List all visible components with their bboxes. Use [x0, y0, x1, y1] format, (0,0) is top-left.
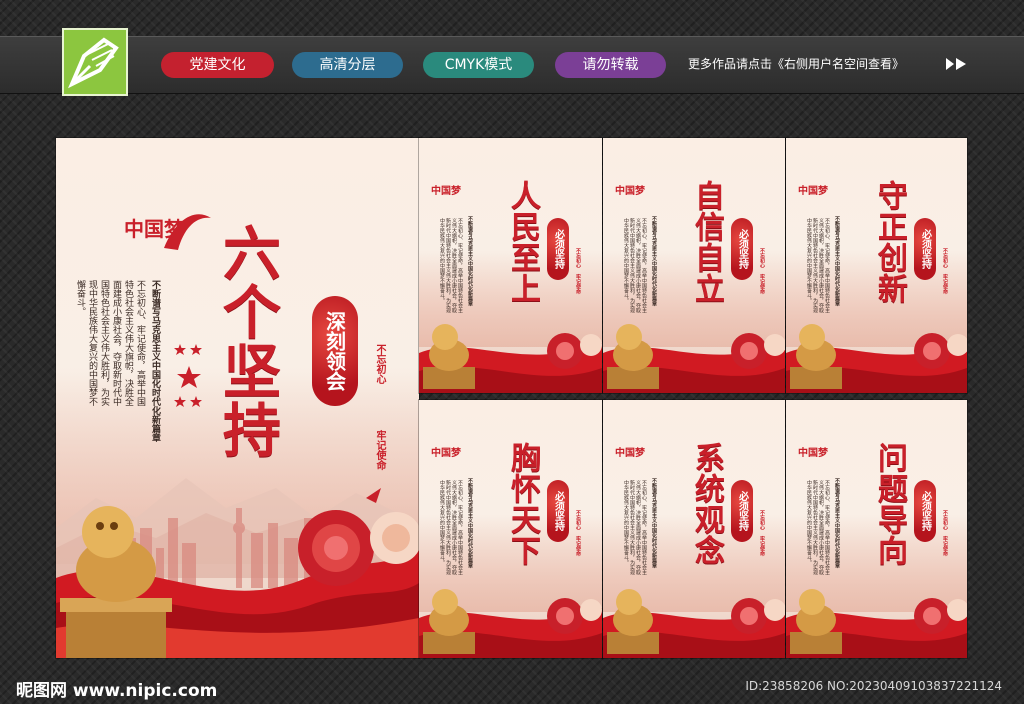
poster-innovation[interactable]: 中国梦 不忘初心、牢记使命，高举中国特色社会主义伟大旗帜，决胜全面建成小康社会，… — [786, 138, 967, 393]
heading-text: 不断谱写马克思主义中国化时代化新篇章 — [651, 478, 657, 568]
double-chevron-right-icon[interactable] — [944, 56, 970, 72]
tag-hd-layers[interactable]: 高清分层 — [292, 52, 403, 78]
more-works-notice[interactable]: 更多作品请点击《右侧用户名空间查看》 — [688, 55, 904, 72]
must-adhere-seal: 必须坚持 — [914, 480, 936, 542]
slogan: 不忘初心 牢记使命 — [575, 510, 581, 556]
poster-world-vision[interactable]: 中国梦 不忘初心、牢记使命，高举中国特色社会主义伟大旗帜，决胜全面建成小康社会，… — [419, 400, 602, 658]
tag-party-culture[interactable]: 党建文化 — [161, 52, 274, 78]
slogan: 不忘初心 牢记使命 — [942, 510, 948, 556]
must-adhere-seal: 必须坚持 — [547, 480, 569, 542]
nipic-logo[interactable] — [62, 28, 128, 96]
poster-title: 自信自立 — [689, 180, 724, 304]
slogan-right: 牢记使命 — [374, 430, 385, 470]
poster-title: 人民至上 — [505, 180, 540, 304]
peony-flowers — [547, 333, 602, 369]
slogan: 不忘初心 牢记使命 — [759, 510, 765, 556]
golden-lion-statue — [60, 506, 172, 658]
china-dream-emblem: 中国梦 — [798, 448, 828, 459]
heading-text: 不断谱写马克思主义中国化时代化新篇章 — [651, 216, 657, 306]
poster-title: 胸怀天下 — [505, 442, 540, 566]
body-text: 不忘初心、牢记使命，高举中国特色社会主义伟大旗帜，决胜全面建成小康社会，夺取新时… — [623, 480, 647, 575]
heading-text: 不断谱写马克思主义中国化时代化新篇章 — [834, 478, 840, 568]
must-adhere-seal: 必须坚持 — [914, 218, 936, 280]
peony-flowers — [298, 488, 419, 586]
body-text: 不忘初心、牢记使命，高举中国特色社会主义伟大旗帜，决胜全面建成小康社会，夺取新时… — [439, 480, 463, 575]
image-id: ID:23858206 NO:20230409103837221124 — [745, 679, 1002, 693]
main-heading-text: 不断谱写马克思主义中国化时代化新篇章 — [150, 280, 160, 442]
china-dream-emblem: 中国梦 — [615, 186, 645, 197]
slogan-left: 不忘初心 — [374, 344, 385, 384]
slogan: 不忘初心 牢记使命 — [942, 248, 948, 294]
subtitle-seal: 深刻领会 — [312, 296, 358, 406]
china-dream-emblem: 中国梦 — [431, 186, 461, 197]
poster-title: 守正创新 — [872, 180, 907, 304]
slogan: 不忘初心 牢记使命 — [759, 248, 765, 294]
tag-cmyk-mode[interactable]: CMYK模式 — [423, 52, 534, 78]
tag-no-repost[interactable]: 请勿转载 — [555, 52, 666, 78]
china-dream-emblem: 中国梦 — [798, 186, 828, 197]
nipic-watermark[interactable]: 昵图网 www.nipic.com — [16, 676, 217, 701]
slogan: 不忘初心 牢记使命 — [575, 248, 581, 294]
must-adhere-seal: 必须坚持 — [731, 480, 753, 542]
poster-title: 问题导向 — [872, 442, 907, 566]
body-text: 不忘初心、牢记使命，高举中国特色社会主义伟大旗帜，决胜全面建成小康社会，夺取新时… — [806, 480, 830, 575]
main-poster[interactable]: 中国梦 六个坚持 深刻领会 不忘初心 牢记使命 不断谱写马克思主义中国化时代化新… — [56, 138, 419, 658]
china-dream-emblem: 中国梦 — [431, 448, 461, 459]
body-text: 不忘初心、牢记使命，高举中国特色社会主义伟大旗帜，决胜全面建成小康社会，夺取新时… — [623, 218, 647, 313]
peony-flowers — [914, 598, 967, 634]
china-dream-emblem: 中国梦 — [615, 448, 645, 459]
peony-flowers — [547, 598, 602, 634]
main-title: 六个坚持 — [213, 223, 281, 459]
dream-swirl-icon — [164, 214, 211, 250]
peony-flowers — [914, 333, 967, 369]
heading-text: 不断谱写马克思主义中国化时代化新篇章 — [467, 216, 473, 306]
pen-nib-icon — [68, 37, 119, 89]
body-text: 不忘初心、牢记使命，高举中国特色社会主义伟大旗帜，决胜全面建成小康社会，夺取新时… — [439, 218, 463, 313]
peony-flowers — [731, 598, 785, 634]
heading-text: 不断谱写马克思主义中国化时代化新篇章 — [467, 478, 473, 568]
poster-problem-oriented[interactable]: 中国梦 不忘初心、牢记使命，高举中国特色社会主义伟大旗帜，决胜全面建成小康社会，… — [786, 400, 967, 658]
must-adhere-seal: 必须坚持 — [547, 218, 569, 280]
main-body-text: 不忘初心、牢记使命，高举中国特色社会主义伟大旗帜，决胜全面建成小康社会，夺取新时… — [75, 280, 145, 406]
poster-people-first[interactable]: 中国梦 不忘初心、牢记使命，高举中国特色社会主义伟大旗帜，决胜全面建成小康社会，… — [419, 138, 602, 393]
poster-self-confidence[interactable]: 中国梦 不忘初心、牢记使命，高举中国特色社会主义伟大旗帜，决胜全面建成小康社会，… — [603, 138, 785, 393]
poster-systems-thinking[interactable]: 中国梦 不忘初心、牢记使命，高举中国特色社会主义伟大旗帜，决胜全面建成小康社会，… — [603, 400, 785, 658]
heading-text: 不断谱写马克思主义中国化时代化新篇章 — [834, 216, 840, 306]
poster-title: 系统观念 — [689, 442, 724, 566]
body-text: 不忘初心、牢记使命，高举中国特色社会主义伟大旗帜，决胜全面建成小康社会，夺取新时… — [806, 218, 830, 313]
peony-flowers — [731, 333, 785, 369]
must-adhere-seal: 必须坚持 — [731, 218, 753, 280]
stars-decoration — [174, 344, 202, 407]
